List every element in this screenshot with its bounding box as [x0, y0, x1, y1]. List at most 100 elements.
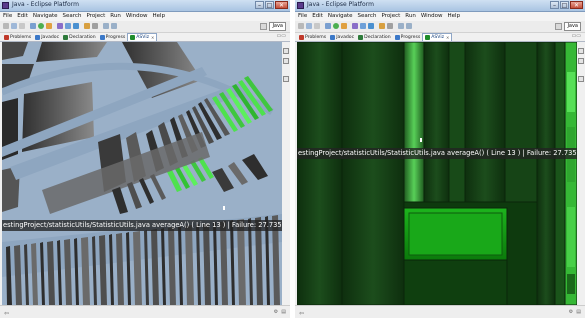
- perspective-java-button[interactable]: Java: [269, 21, 286, 31]
- task-list-icon[interactable]: [578, 76, 584, 82]
- tab-asviz[interactable]: ASViz ✕: [127, 33, 158, 41]
- new-icon[interactable]: [298, 23, 304, 29]
- debug-icon[interactable]: [30, 23, 36, 29]
- tab-javadoc[interactable]: Javadoc: [33, 33, 61, 41]
- element-info-tooltip: estingProject/statisticUtils/StatisticUt…: [2, 220, 282, 231]
- back-icon[interactable]: [398, 23, 404, 29]
- external-tools-icon[interactable]: [341, 23, 347, 29]
- window-title: Java - Eclipse Platform: [307, 1, 374, 8]
- menu-run[interactable]: Run: [405, 12, 416, 21]
- save-icon[interactable]: [306, 23, 312, 29]
- close-tab-icon[interactable]: ✕: [446, 35, 449, 40]
- perspective-java-button[interactable]: Java: [564, 21, 581, 31]
- menu-help[interactable]: Help: [153, 12, 166, 21]
- tab-problems[interactable]: Problems: [297, 33, 328, 41]
- back-icon[interactable]: [103, 23, 109, 29]
- tab-asviz[interactable]: ASViz ✕: [422, 33, 453, 41]
- minimize-icon[interactable]: –: [550, 1, 559, 9]
- menu-search[interactable]: Search: [358, 12, 377, 21]
- new-java-project-icon[interactable]: [352, 23, 358, 29]
- new-class-icon[interactable]: [73, 23, 79, 29]
- task-list-icon[interactable]: [283, 76, 289, 82]
- menu-window[interactable]: Window: [126, 12, 148, 21]
- debug-icon[interactable]: [325, 23, 331, 29]
- menu-file[interactable]: File: [298, 12, 307, 21]
- status-bar: ⇦ ⚙ ▤: [0, 305, 290, 318]
- new-package-icon[interactable]: [65, 23, 71, 29]
- menu-bar: File Edit Navigate Search Project Run Wi…: [295, 12, 585, 21]
- open-type-icon[interactable]: [84, 23, 90, 29]
- menu-file[interactable]: File: [3, 12, 12, 21]
- menu-edit[interactable]: Edit: [17, 12, 28, 21]
- menu-help[interactable]: Help: [448, 12, 461, 21]
- fast-view-icon[interactable]: ⇦: [4, 310, 9, 317]
- status-progress-icon[interactable]: ▤: [281, 309, 286, 315]
- new-java-project-icon[interactable]: [57, 23, 63, 29]
- status-progress-icon[interactable]: ▤: [576, 309, 581, 315]
- close-icon[interactable]: ✕: [275, 1, 288, 9]
- search-icon[interactable]: [387, 23, 393, 29]
- outline-view-icon[interactable]: [578, 48, 584, 54]
- minimize-view-icon[interactable]: ▭▭: [277, 33, 286, 39]
- close-icon[interactable]: ✕: [570, 1, 583, 9]
- eclipse-app-icon: [297, 2, 304, 9]
- print-icon[interactable]: [19, 23, 25, 29]
- status-settings-icon[interactable]: ⚙: [569, 309, 573, 315]
- search-icon[interactable]: [92, 23, 98, 29]
- menu-search[interactable]: Search: [63, 12, 82, 21]
- menu-project[interactable]: Project: [86, 12, 105, 21]
- minimize-view-icon[interactable]: ▭▭: [572, 33, 581, 39]
- hierarchy-view-icon[interactable]: [283, 58, 289, 64]
- visualization-canvas[interactable]: estingProject/statisticUtils/StatisticUt…: [297, 42, 577, 305]
- new-class-icon[interactable]: [368, 23, 374, 29]
- maximize-icon[interactable]: □: [560, 1, 569, 9]
- tab-label: Progress: [400, 34, 421, 40]
- tab-label: Progress: [105, 34, 126, 40]
- asviz-icon: [130, 35, 136, 40]
- minimize-icon[interactable]: –: [255, 1, 264, 9]
- tab-label: ASViz: [431, 35, 445, 40]
- title-bar[interactable]: Java - Eclipse Platform – □ ✕: [0, 0, 290, 12]
- open-perspective-icon[interactable]: [260, 22, 268, 30]
- visualization-canvas[interactable]: estingProject/statisticUtils/StatisticUt…: [2, 42, 282, 305]
- new-package-icon[interactable]: [360, 23, 366, 29]
- forward-icon[interactable]: [111, 23, 117, 29]
- menu-bar: File Edit Navigate Search Project Run Wi…: [0, 12, 290, 21]
- tab-label: ASViz: [136, 35, 150, 40]
- menu-navigate[interactable]: Navigate: [328, 12, 353, 21]
- menu-window[interactable]: Window: [421, 12, 443, 21]
- perspective-switcher: Java: [260, 21, 286, 31]
- status-settings-icon[interactable]: ⚙: [274, 309, 278, 315]
- tab-progress[interactable]: Progress: [393, 33, 423, 41]
- save-icon[interactable]: [11, 23, 17, 29]
- element-info-tooltip: estingProject/statisticUtils/StatisticUt…: [297, 148, 577, 159]
- external-tools-icon[interactable]: [46, 23, 52, 29]
- tab-problems[interactable]: Problems: [2, 33, 33, 41]
- tab-declaration[interactable]: Declaration: [356, 33, 392, 41]
- open-perspective-icon[interactable]: [555, 22, 563, 30]
- tab-declaration[interactable]: Declaration: [61, 33, 97, 41]
- tab-javadoc[interactable]: Javadoc: [328, 33, 356, 41]
- sunburst-visualization[interactable]: [2, 42, 282, 305]
- run-icon[interactable]: [333, 23, 339, 29]
- fast-view-icon[interactable]: ⇦: [299, 310, 304, 317]
- print-icon[interactable]: [314, 23, 320, 29]
- menu-edit[interactable]: Edit: [312, 12, 323, 21]
- menu-navigate[interactable]: Navigate: [33, 12, 58, 21]
- menu-project[interactable]: Project: [381, 12, 400, 21]
- tab-progress[interactable]: Progress: [98, 33, 128, 41]
- close-tab-icon[interactable]: ✕: [151, 35, 154, 40]
- javadoc-icon: [330, 34, 336, 40]
- outline-view-icon[interactable]: [283, 48, 289, 54]
- title-bar[interactable]: Java - Eclipse Platform – □ ✕: [295, 0, 585, 12]
- run-icon[interactable]: [38, 23, 44, 29]
- eclipse-window-left: Java - Eclipse Platform – □ ✕ File Edit …: [0, 0, 290, 318]
- open-type-icon[interactable]: [379, 23, 385, 29]
- new-icon[interactable]: [3, 23, 9, 29]
- treemap-visualization[interactable]: [297, 42, 577, 305]
- menu-run[interactable]: Run: [110, 12, 121, 21]
- hierarchy-view-icon[interactable]: [578, 58, 584, 64]
- maximize-icon[interactable]: □: [265, 1, 274, 9]
- forward-icon[interactable]: [406, 23, 412, 29]
- view-tab-bar: Problems Javadoc Declaration Progress AS…: [0, 33, 290, 42]
